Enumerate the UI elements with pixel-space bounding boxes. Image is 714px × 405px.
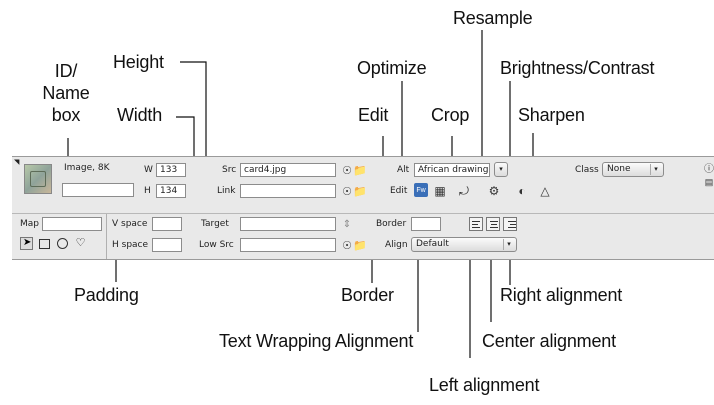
crop-callout: Crop: [431, 105, 470, 125]
chevron-down-icon: ▾: [499, 165, 503, 173]
align-select-value: Default: [416, 239, 449, 249]
inspector-top-row: ◥ Image, 8K W 133 H 134 Src card4.jpg Li…: [12, 157, 714, 214]
chevron-down-icon: ▾: [650, 164, 661, 175]
border-callout: Border: [341, 285, 394, 305]
target-label: Target: [201, 219, 229, 229]
optimize-callout: Optimize: [357, 58, 427, 78]
resample-icon[interactable]: ⚙: [486, 183, 502, 199]
border-field[interactable]: [411, 217, 441, 231]
padding-divider: [106, 214, 107, 259]
height-callout: Height: [113, 52, 164, 72]
height-label: H: [144, 186, 151, 196]
id-name-field[interactable]: [62, 183, 134, 197]
right-align-button[interactable]: [503, 217, 517, 231]
id-name-line-2: Name: [42, 83, 90, 103]
left-align-button[interactable]: [469, 217, 483, 231]
vspace-label: V space: [112, 219, 148, 229]
border-label: Border: [376, 219, 407, 229]
hspace-label: H space: [112, 240, 149, 250]
right-alignment-callout: Right alignment: [500, 285, 623, 305]
lowsrc-label: Low Src: [199, 240, 234, 250]
hspace-field[interactable]: [152, 238, 182, 252]
src-label: Src: [222, 165, 237, 175]
padding-callout: Padding: [74, 285, 139, 305]
map-name-field[interactable]: [42, 217, 102, 231]
alt-dropdown[interactable]: ▾: [494, 162, 508, 177]
id-name-line-3: box: [51, 105, 81, 125]
text-wrapping-alignment-callout: Text Wrapping Alignment: [219, 331, 414, 351]
height-field[interactable]: 134: [156, 184, 186, 198]
align-select[interactable]: Default ▾: [411, 237, 517, 252]
vspace-field[interactable]: [152, 217, 182, 231]
width-label: W: [144, 165, 153, 175]
target-field[interactable]: [240, 217, 336, 231]
quick-tag-editor-icon[interactable]: ▤: [704, 174, 714, 190]
alt-field[interactable]: African drawing: [414, 163, 490, 177]
collapse-triangle-icon[interactable]: ◥: [14, 158, 19, 166]
center-alignment-callout: Center alignment: [482, 331, 616, 351]
rectangle-hotspot-tool-icon[interactable]: [38, 237, 51, 250]
edit-label: Edit: [390, 186, 408, 196]
src-field[interactable]: card4.jpg: [240, 163, 336, 177]
map-label: Map: [20, 219, 39, 229]
resample-callout: Resample: [453, 8, 533, 28]
brightness-contrast-callout: Brightness/Contrast: [500, 58, 655, 78]
fireworks-edit-icon[interactable]: Fw: [414, 183, 428, 197]
width-field[interactable]: 133: [156, 163, 186, 177]
browse-folder-icon[interactable]: 📁: [352, 162, 368, 178]
alt-label: Alt: [397, 165, 410, 175]
class-select-value: None: [607, 164, 631, 174]
center-align-button[interactable]: [486, 217, 500, 231]
left-alignment-callout: Left alignment: [429, 375, 540, 395]
id-name-box-callout: ID/ Name box: [32, 60, 100, 126]
link-field[interactable]: [240, 184, 336, 198]
help-icon[interactable]: ⓘ: [704, 159, 714, 175]
id-name-line-1: ID/: [54, 61, 78, 81]
polygon-hotspot-tool-icon[interactable]: ♡: [74, 237, 87, 250]
lowsrc-browse-folder-icon[interactable]: 📁: [352, 237, 368, 253]
inspector-bottom-row: Map ➤ ♡ V space H space Target ⇕ Low Src…: [12, 214, 714, 259]
width-callout: Width: [117, 105, 163, 125]
align-label: Align: [385, 240, 408, 250]
brightness-contrast-icon[interactable]: ◐: [514, 183, 530, 199]
link-browse-folder-icon[interactable]: 📁: [352, 183, 368, 199]
sharpen-icon[interactable]: △: [537, 183, 553, 199]
circle-hotspot-tool-icon[interactable]: [56, 237, 69, 250]
chevron-down-icon: ▾: [503, 239, 514, 250]
class-select[interactable]: None ▾: [602, 162, 664, 177]
class-label: Class: [575, 165, 599, 175]
lowsrc-field[interactable]: [240, 238, 336, 252]
image-thumbnail: [24, 164, 52, 194]
optimize-icon[interactable]: ▦: [432, 183, 448, 199]
sharpen-callout: Sharpen: [518, 105, 585, 125]
image-size-label: Image, 8K: [64, 163, 110, 173]
pointer-hotspot-tool-icon[interactable]: ➤: [20, 237, 33, 250]
edit-callout: Edit: [358, 105, 389, 125]
link-label: Link: [217, 186, 236, 196]
crop-icon[interactable]: ⤾: [456, 183, 472, 199]
target-dropdown-icon[interactable]: ⇕: [339, 216, 355, 232]
property-inspector: ◥ Image, 8K W 133 H 134 Src card4.jpg Li…: [12, 156, 714, 260]
